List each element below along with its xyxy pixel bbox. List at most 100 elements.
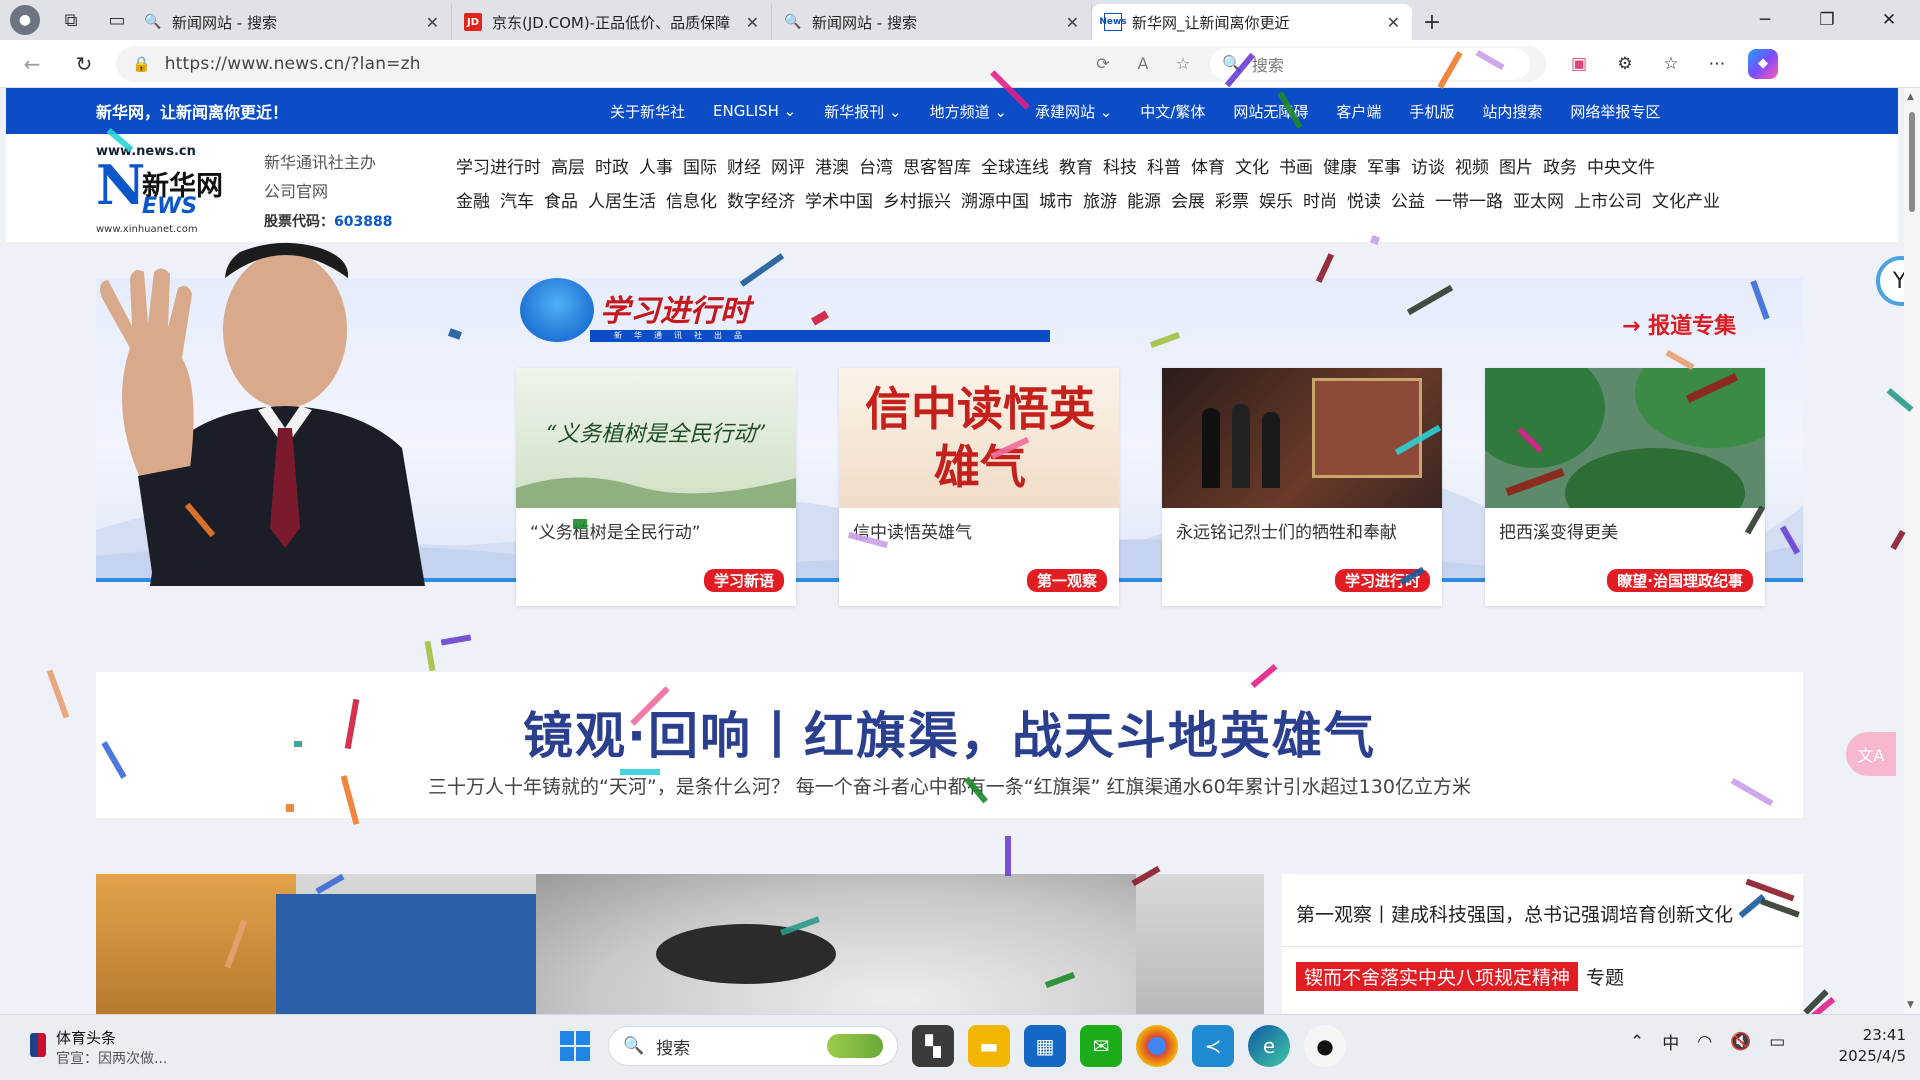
scroll-up-arrow-icon[interactable]: ▲ [1907, 92, 1914, 102]
channel-link[interactable]: 国际 [683, 153, 717, 178]
channel-link[interactable]: 会展 [1171, 187, 1205, 212]
special-topic-red-label[interactable]: 锲而不舍落实中央八项规定精神 [1296, 962, 1579, 991]
app-available-icon[interactable]: ⟳ [1090, 54, 1116, 73]
volume-muted-icon[interactable]: 🔇 [1730, 1032, 1751, 1052]
side-news-item-1[interactable]: 第一观察丨建成科技强国，总书记强调培育创新文化 [1296, 900, 1733, 927]
card-tag[interactable]: 第一观察 [1026, 569, 1107, 592]
card-tag[interactable]: 学习进行时 [1334, 569, 1430, 592]
top-nav-link[interactable]: 承建网站 ⌄ [1021, 101, 1126, 122]
channel-link[interactable]: 旅游 [1083, 187, 1117, 212]
channel-link[interactable]: 教育 [1059, 153, 1093, 178]
card-tag[interactable]: 学习新语 [703, 569, 784, 592]
tab-actions-icon[interactable]: ▭ [102, 5, 132, 35]
channel-link[interactable]: 中央文件 [1587, 153, 1655, 178]
special-topic-suffix[interactable]: 专题 [1586, 963, 1624, 990]
task-view-icon[interactable]: ▚ [912, 1025, 954, 1067]
copilot-icon[interactable]: ◆ [1748, 48, 1778, 79]
top-nav-link[interactable]: 站内搜索 [1468, 101, 1556, 122]
headline-subtitle[interactable]: 三十万人十年铸就的“天河”，是条什么河？ 每一个奋斗者心中都有一条“红旗渠” 红… [96, 772, 1803, 799]
channel-link[interactable]: 能源 [1127, 187, 1161, 212]
banner-card-3[interactable]: 把西溪变得更美 瞭望·治国理政纪事 [1485, 368, 1765, 606]
channel-link[interactable]: 数字经济 [727, 187, 795, 212]
taskbar-news-widget[interactable]: 体育头条 官宣：因两次做... [30, 1027, 167, 1068]
channel-link[interactable]: 科普 [1147, 153, 1181, 178]
channel-link[interactable]: 学术中国 [805, 187, 873, 212]
channel-link[interactable]: 一带一路 [1435, 187, 1503, 212]
tab-3-active[interactable]: News 新华网_让新闻离你更近 ✕ [1092, 4, 1412, 40]
channel-link[interactable]: 金融 [456, 187, 490, 212]
wechat-icon[interactable]: ✉ [1080, 1025, 1122, 1067]
channel-link[interactable]: 书画 [1279, 153, 1313, 178]
channel-link[interactable]: 食品 [544, 187, 578, 212]
close-icon[interactable]: ✕ [426, 13, 439, 32]
channel-link[interactable]: 悦读 [1347, 187, 1381, 212]
channel-link[interactable]: 汽车 [500, 187, 534, 212]
top-nav-link[interactable]: 新华报刊 ⌄ [810, 101, 915, 122]
qq-icon[interactable]: ● [1304, 1025, 1346, 1067]
channel-link[interactable]: 上市公司 [1574, 187, 1642, 212]
channel-link[interactable]: 视频 [1455, 153, 1489, 178]
workspaces-icon[interactable]: ⧉ [56, 5, 86, 35]
new-tab-button[interactable]: + [1412, 4, 1452, 40]
close-window-button[interactable]: ✕ [1858, 0, 1920, 40]
channel-link[interactable]: 思客智库 [903, 153, 971, 178]
close-icon[interactable]: ✕ [1066, 13, 1079, 32]
xinhua-logo[interactable]: www.news.cn N 新华网 EWS www.xinhuanet.com [96, 144, 226, 235]
top-nav-link[interactable]: 网络举报专区 [1556, 101, 1674, 122]
taskbar-search[interactable]: 🔍 搜索 [608, 1026, 898, 1066]
channel-link[interactable]: 亚太网 [1513, 187, 1564, 212]
url-text[interactable]: https://www.news.cn/?lan=zh [165, 54, 1076, 74]
read-aloud-icon[interactable]: A [1130, 54, 1156, 73]
top-nav-link[interactable]: 地方频道 ⌄ [916, 101, 1021, 122]
channel-link[interactable]: 健康 [1323, 153, 1357, 178]
edge-icon[interactable]: e [1248, 1025, 1290, 1067]
file-explorer-icon[interactable]: ▬ [968, 1025, 1010, 1067]
top-nav-link[interactable]: 客户端 [1322, 101, 1395, 122]
tab-1[interactable]: JD 京东(JD.COM)-正品低价、品质保障 ✕ [452, 4, 772, 40]
chrome-icon[interactable] [1136, 1025, 1178, 1067]
channel-link[interactable]: 财经 [727, 153, 761, 178]
channel-link[interactable]: 文化产业 [1652, 187, 1720, 212]
channel-link[interactable]: 台湾 [859, 153, 893, 178]
vscode-icon[interactable]: ≺ [1192, 1025, 1234, 1067]
channel-link[interactable]: 政务 [1543, 153, 1577, 178]
channel-link[interactable]: 信息化 [666, 187, 717, 212]
windows-start-icon[interactable] [556, 1027, 594, 1065]
card-tag[interactable]: 瞭望·治国理政纪事 [1607, 569, 1753, 592]
channel-link[interactable]: 高层 [551, 153, 585, 178]
lock-icon[interactable]: 🔒 [132, 55, 151, 73]
profile-icon[interactable]: ● [10, 5, 40, 35]
top-nav-link[interactable]: 关于新华社 [596, 101, 699, 122]
channel-link[interactable]: 公益 [1391, 187, 1425, 212]
channel-link[interactable]: 溯源中国 [961, 187, 1029, 212]
channel-link[interactable]: 学习进行时 [456, 153, 541, 178]
floating-translate-icon[interactable]: 文A [1846, 732, 1896, 776]
channel-link[interactable]: 娱乐 [1259, 187, 1293, 212]
channel-link[interactable]: 全球连线 [981, 153, 1049, 178]
banner-card-2[interactable]: 永远铭记烈士们的牺牲和奉献 学习进行时 [1162, 368, 1442, 606]
favorites-icon[interactable]: ☆ [1656, 49, 1686, 79]
close-icon[interactable]: ✕ [746, 13, 759, 32]
address-bar[interactable]: 🔒 https://www.news.cn/?lan=zh ⟳ A ☆ 🔍 搜索 [116, 45, 1546, 82]
extensions-icon[interactable]: ⚙ [1610, 49, 1640, 79]
stock-code[interactable]: 603888 [334, 214, 392, 230]
top-nav-link[interactable]: ENGLISH ⌄ [699, 102, 810, 120]
top-nav-link[interactable]: 中文/繁体 [1126, 101, 1219, 122]
banner-card-1[interactable]: 信中读悟英雄气 信中读悟英雄气 第一观察 [839, 368, 1119, 606]
channel-link[interactable]: 时尚 [1303, 187, 1337, 212]
tab-2[interactable]: 🔍 新闻网站 - 搜索 ✕ [772, 4, 1092, 40]
channel-link[interactable]: 彩票 [1215, 187, 1249, 212]
channel-link[interactable]: 时政 [595, 153, 629, 178]
channel-link[interactable]: 人居生活 [588, 187, 656, 212]
channel-link[interactable]: 体育 [1191, 153, 1225, 178]
scroll-down-arrow-icon[interactable]: ▼ [1907, 1000, 1914, 1010]
omnibox-search-field[interactable]: 🔍 搜索 [1210, 47, 1530, 80]
translate-extension-icon[interactable]: ▣ [1564, 49, 1594, 79]
channel-link[interactable]: 港澳 [815, 153, 849, 178]
minimize-button[interactable]: ─ [1734, 0, 1796, 40]
channel-link[interactable]: 访谈 [1411, 153, 1445, 178]
lead-photo[interactable] [96, 874, 1264, 1014]
side-news-item-2[interactable]: 锲而不舍落实中央八项规定精神 专题 [1296, 962, 1624, 991]
close-icon[interactable]: ✕ [1387, 13, 1400, 32]
top-nav-link[interactable]: 手机版 [1395, 101, 1468, 122]
